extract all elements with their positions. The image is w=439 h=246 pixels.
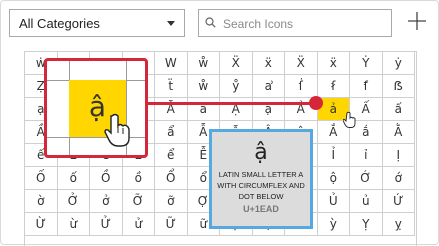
toolbar: All Categories [5, 7, 435, 41]
search-box[interactable] [198, 9, 392, 37]
connector-dot [309, 96, 323, 110]
glyph-cell[interactable]: Ẍ [220, 52, 253, 75]
glyph-cell[interactable]: Ử [90, 213, 123, 236]
glyph-cell[interactable]: Ổ [155, 167, 188, 190]
glyph-cell[interactable]: ố [57, 167, 90, 190]
glyph-cell[interactable]: ể [155, 144, 188, 167]
glyph-cell[interactable]: ỳ [317, 213, 350, 236]
glyph-cell[interactable]: Ẏ [350, 52, 383, 75]
glyph-tooltip: ậ LATIN SMALL LETTER A WITH CIRCUMFLEX A… [209, 129, 313, 229]
glyph-cell[interactable]: ỡ [155, 190, 188, 213]
glyph-cell[interactable]: ẞ [382, 75, 415, 98]
glyph-cell[interactable]: Ồ [90, 167, 123, 190]
glyph-cell[interactable]: ẘ [187, 52, 220, 75]
category-dropdown[interactable]: All Categories [9, 9, 185, 37]
glyph-cell[interactable]: ẩ [155, 121, 188, 144]
glyph-cell[interactable]: Ỵ [350, 213, 383, 236]
search-icon [205, 17, 216, 28]
glyph-cell[interactable]: Ị [382, 144, 415, 167]
glyph-cell[interactable]: Ứ [382, 190, 415, 213]
search-input[interactable] [221, 14, 385, 34]
hand-cursor-icon [104, 113, 130, 147]
magnifier-callout: ậ [44, 58, 148, 158]
glyph-cell[interactable]: Ố [25, 167, 58, 190]
glyph-cell[interactable]: ẛ [285, 75, 318, 98]
glyph-cell[interactable]: ẍ [252, 52, 285, 75]
glyph-cell[interactable]: ớ [382, 167, 415, 190]
connector-line [147, 102, 310, 105]
glyph-cell[interactable]: Ẍ [285, 52, 318, 75]
glyph-cell[interactable]: ỉ [350, 144, 383, 167]
glyph-cell[interactable]: ẙ [220, 75, 253, 98]
tooltip-name: LATIN SMALL LETTER A WITH CIRCUMFLEX AND… [217, 170, 305, 201]
glyph-cell[interactable]: Ằ [382, 121, 415, 144]
glyph-cell[interactable]: Ỡ [122, 190, 155, 213]
glyph-cell[interactable]: Ữ [155, 213, 188, 236]
glyph-cell[interactable]: ờ [25, 190, 58, 213]
glyph-cell[interactable]: ẗ [155, 75, 188, 98]
glyph-cell[interactable]: ử [122, 213, 155, 236]
glyph-cell[interactable]: ồ [122, 167, 155, 190]
glyph-cell[interactable]: ẍ [317, 52, 350, 75]
glyph-cell[interactable]: Ớ [350, 167, 383, 190]
tooltip-glyph: ậ [254, 140, 268, 165]
icon-picker-panel: All Categories ẇWẘẌẍẌẍẎẏẒẗẘẙẚẛẜẝẞạẪẫẠạẢả… [0, 0, 439, 246]
glyph-cell[interactable]: ẚ [252, 75, 285, 98]
glyph-cell[interactable]: ấ [382, 98, 415, 121]
glyph-cell[interactable]: W [155, 52, 188, 75]
tooltip-codepoint: U+1EAD [243, 204, 279, 214]
glyph-cell[interactable]: ẏ [382, 52, 415, 75]
glyph-cell[interactable]: Ở [57, 190, 90, 213]
plus-icon[interactable] [405, 6, 429, 36]
glyph-cell[interactable]: ở [90, 190, 123, 213]
glyph-cell[interactable]: Ủ [317, 190, 350, 213]
glyph-cell[interactable]: Ừ [25, 213, 58, 236]
glyph-cell[interactable]: ỵ [382, 213, 415, 236]
glyph-cell[interactable]: ủ [350, 190, 383, 213]
glyph-cell[interactable]: Ỉ [317, 144, 350, 167]
hand-cursor-icon [343, 111, 356, 128]
glyph-cell[interactable]: ẜ [317, 75, 350, 98]
glyph-cell[interactable]: ừ [57, 213, 90, 236]
glyph-cell[interactable]: ộ [317, 167, 350, 190]
category-value: All Categories [19, 16, 100, 31]
chevron-down-icon [167, 21, 175, 26]
glyph-cell[interactable]: ẘ [187, 75, 220, 98]
glyph-cell[interactable]: ẝ [350, 75, 383, 98]
